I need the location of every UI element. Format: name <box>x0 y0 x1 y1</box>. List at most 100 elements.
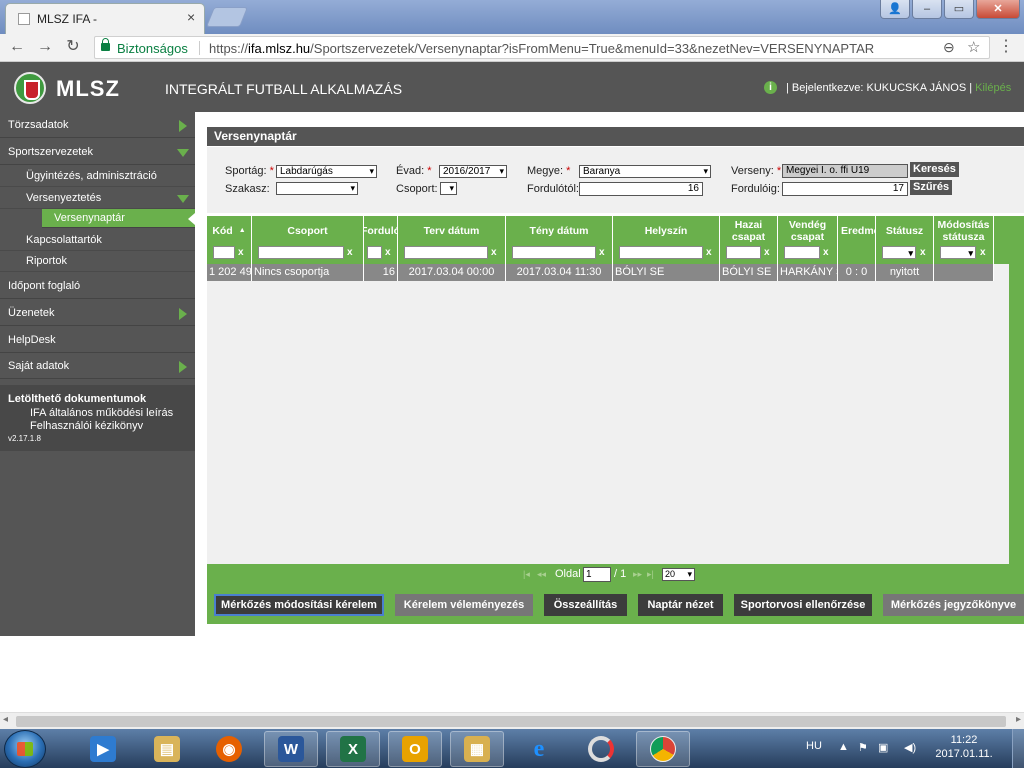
filter-button[interactable]: Szűrés <box>910 180 953 195</box>
close-window-button[interactable]: ✕ <box>976 0 1020 19</box>
logout-link[interactable]: Kilépés <box>975 82 1011 94</box>
csoport-select[interactable] <box>440 182 457 195</box>
show-desktop-button[interactable] <box>1012 729 1024 768</box>
clear-terv-icon[interactable]: x <box>491 247 497 259</box>
megye-select[interactable]: Baranya <box>579 165 711 178</box>
minimize-button[interactable]: – <box>912 0 942 19</box>
sidebar-item-versenynaptar[interactable]: Versenynaptár <box>42 209 195 228</box>
clear-vendeg-icon[interactable]: x <box>823 247 829 259</box>
clock[interactable]: 11:22 2017.01.11. <box>934 733 994 761</box>
filter-statusz-select[interactable] <box>882 246 916 259</box>
filter-csoport-input[interactable] <box>258 246 344 259</box>
fordulo-ig-input[interactable]: 17 <box>782 182 908 196</box>
sidebar-item-kapcsolattartok[interactable]: Kapcsolattartók <box>0 230 195 251</box>
url-text[interactable]: https://ifa.mlsz.hu/Sportszervezetek/Ver… <box>209 41 874 56</box>
next-page-icon[interactable]: ▸▸ <box>633 569 642 580</box>
grid-scrollbar[interactable] <box>1009 216 1024 586</box>
match-modification-request-button[interactable]: Mérkőzés módosítási kérelem <box>214 594 384 616</box>
browser-tab[interactable]: MLSZ IFA - × <box>5 3 205 34</box>
sidebar-item-ugyintezes[interactable]: Ügyintézés, adminisztráció <box>0 166 195 187</box>
last-page-icon[interactable]: ▸| <box>647 569 654 580</box>
filter-modositas-select[interactable] <box>940 246 976 259</box>
request-review-button[interactable]: Kérelem véleményezés <box>395 594 533 616</box>
taskbar-excel[interactable]: X <box>326 731 380 767</box>
bookmark-star-icon[interactable]: ☆ <box>967 38 980 56</box>
taskbar-media-player[interactable]: ▶ <box>76 731 130 767</box>
clear-fordulo-icon[interactable]: x <box>385 247 391 259</box>
download-manual-link[interactable]: Felhasználói kézikönyv <box>8 420 187 432</box>
taskbar-chrome[interactable] <box>636 731 690 767</box>
volume-icon[interactable]: ◀) <box>904 741 916 754</box>
filter-teny-input[interactable] <box>512 246 596 259</box>
taskbar-firefox[interactable]: ◉ <box>202 731 256 767</box>
evad-select[interactable]: 2016/2017 <box>439 165 507 178</box>
prev-page-icon[interactable]: ◂◂ <box>537 569 546 580</box>
match-report-button[interactable]: Mérkőzés jegyzőkönyve <box>883 594 1024 616</box>
forward-icon[interactable]: → <box>36 38 54 56</box>
column-header-statusz[interactable]: Státusz x <box>876 216 934 264</box>
taskbar-file-explorer[interactable]: ▦ <box>450 731 504 767</box>
scroll-left-icon[interactable]: ◂ <box>3 714 8 725</box>
fordulotol-input[interactable]: 16 <box>579 182 703 196</box>
address-bar[interactable]: Biztonságos https://ifa.mlsz.hu/Sportsze… <box>94 36 990 59</box>
filter-vendeg-input[interactable] <box>784 246 820 259</box>
sidebar-item-versenyeztetes[interactable]: Versenyeztetés <box>0 188 195 209</box>
tray-expand-icon[interactable]: ▲ <box>838 741 849 753</box>
horizontal-scrollbar[interactable]: ◂ ▸ <box>0 712 1024 729</box>
table-row[interactable]: 1 202 499 Nincs csoportja 16 2017.03.04 … <box>207 264 994 281</box>
maximize-button[interactable]: ▭ <box>944 0 974 19</box>
clear-helyszin-icon[interactable]: x <box>706 247 712 259</box>
sidebar-item-sportszervezetek[interactable]: Sportszervezetek <box>0 139 195 165</box>
new-tab-button[interactable] <box>205 7 249 27</box>
page-input[interactable]: 1 <box>583 567 611 582</box>
column-header-terv[interactable]: Terv dátum x <box>398 216 506 264</box>
filter-helyszin-input[interactable] <box>619 246 703 259</box>
clear-csoport-icon[interactable]: x <box>347 247 353 259</box>
taskbar-word[interactable]: W <box>264 731 318 767</box>
browser-menu-icon[interactable]: ⋮ <box>998 36 1014 56</box>
sidebar-item-uzenetek[interactable]: Üzenetek <box>0 300 195 326</box>
szakasz-select[interactable] <box>276 182 358 195</box>
filter-hazai-input[interactable] <box>726 246 761 259</box>
filter-terv-input[interactable] <box>404 246 488 259</box>
taskbar-outlook[interactable]: O <box>388 731 442 767</box>
sidebar-item-helpdesk[interactable]: HelpDesk <box>0 327 195 353</box>
clear-teny-icon[interactable]: x <box>599 247 605 259</box>
network-icon[interactable]: ▣ <box>878 741 888 754</box>
start-button[interactable] <box>4 730 46 768</box>
column-header-eredmeny[interactable]: Eredmény <box>838 216 876 264</box>
back-icon[interactable]: ← <box>8 38 26 56</box>
scroll-right-icon[interactable]: ▸ <box>1016 714 1021 725</box>
column-header-csoport[interactable]: Csoport x <box>252 216 364 264</box>
download-ifa-link[interactable]: IFA általános működési leírás <box>8 407 187 419</box>
info-icon[interactable]: i <box>764 81 777 94</box>
profile-icon[interactable]: 👤 <box>880 0 910 19</box>
verseny-input[interactable]: Megyei I. o. ffi U19 <box>782 164 908 178</box>
column-header-fordulo[interactable]: Forduló x <box>364 216 398 264</box>
page-size-select[interactable]: 20 <box>662 568 695 581</box>
clear-kod-icon[interactable]: x <box>238 247 244 259</box>
clear-statusz-icon[interactable]: x <box>920 247 926 259</box>
column-header-kod[interactable]: Kód ▲ x <box>207 216 252 264</box>
search-button[interactable]: Keresés <box>910 162 959 177</box>
reload-icon[interactable]: ↻ <box>64 38 82 56</box>
taskbar-explorer-note[interactable]: ▤ <box>140 731 194 767</box>
calendar-view-button[interactable]: Naptár nézet <box>638 594 723 616</box>
column-header-teny[interactable]: Tény dátum x <box>506 216 613 264</box>
medical-check-button[interactable]: Sportorvosi ellenőrzése <box>734 594 872 616</box>
language-indicator[interactable]: HU <box>806 740 822 752</box>
taskbar-ie[interactable]: e <box>512 731 566 767</box>
sidebar-item-riportok[interactable]: Riportok <box>0 251 195 272</box>
column-header-hazai[interactable]: Hazai csapat x <box>720 216 778 264</box>
tab-close-icon[interactable]: × <box>187 9 195 25</box>
column-header-helyszin[interactable]: Helyszín x <box>613 216 720 264</box>
sportag-select[interactable]: Labdarúgás <box>276 165 377 178</box>
scrollbar-thumb[interactable] <box>16 716 1006 727</box>
first-page-icon[interactable]: |◂ <box>523 569 530 580</box>
taskbar-app-ring[interactable] <box>574 731 628 767</box>
filter-kod-input[interactable] <box>213 246 235 259</box>
clear-hazai-icon[interactable]: x <box>764 247 770 259</box>
clear-modositas-icon[interactable]: x <box>980 247 986 259</box>
filter-fordulo-input[interactable] <box>367 246 382 259</box>
column-header-modositas[interactable]: Módosítás státusza x <box>934 216 994 264</box>
